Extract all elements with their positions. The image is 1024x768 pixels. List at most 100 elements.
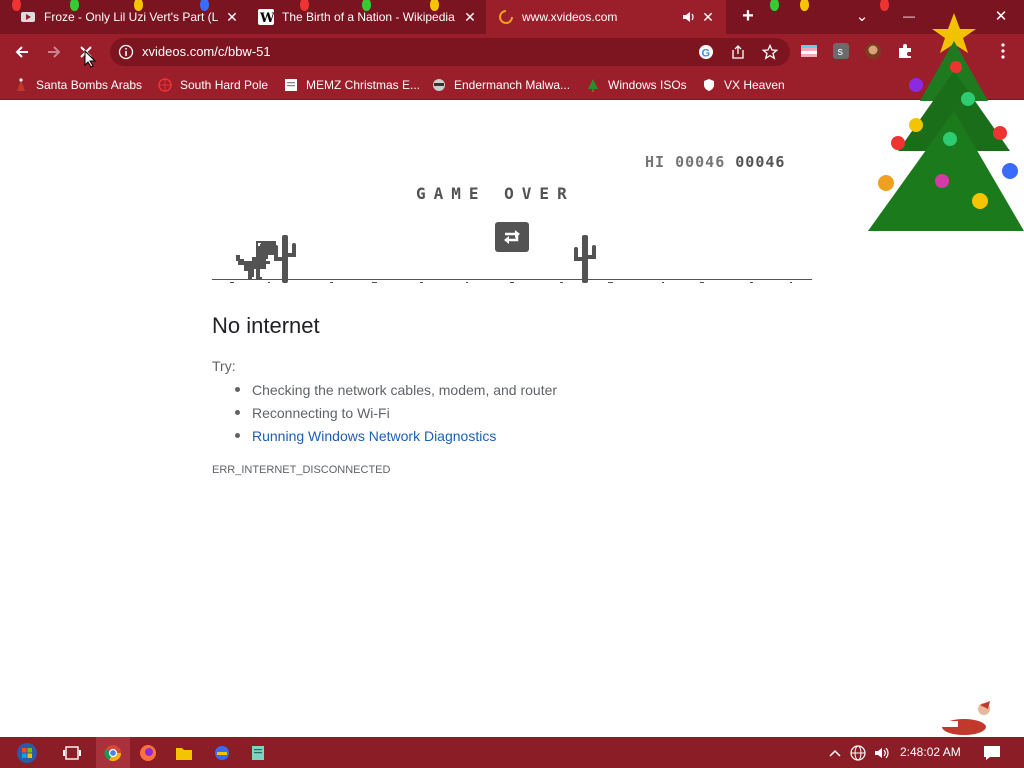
- app-icon: [215, 746, 229, 760]
- tab-froze[interactable]: Froze - Only Lil Uzi Vert's Part (L ✕: [10, 0, 246, 34]
- ground-speck: [466, 282, 468, 283]
- svg-text:G: G: [702, 48, 711, 60]
- new-tab-button[interactable]: +: [738, 6, 758, 26]
- bookmark-label: MEMZ Christmas E...: [306, 78, 421, 92]
- ground-speck: [608, 282, 613, 283]
- bookmark-label: Santa Bombs Arabs: [36, 78, 143, 92]
- ground-speck: [230, 282, 234, 283]
- error-title: No internet: [212, 313, 320, 338]
- tree-icon: [586, 78, 600, 92]
- bookmark-south-hard-pole[interactable]: South Hard Pole: [158, 76, 268, 94]
- tab-close-icon[interactable]: ✕: [700, 9, 716, 25]
- show-hidden-icons-button[interactable]: [826, 741, 844, 765]
- forward-button[interactable]: [40, 38, 68, 66]
- cactus-obstacle: [574, 235, 596, 283]
- globe-icon: [850, 745, 866, 761]
- mouse-cursor-icon: [84, 50, 96, 68]
- ground-speck: [790, 282, 792, 283]
- tab-close-icon[interactable]: ✕: [462, 9, 478, 25]
- wikipedia-favicon: W: [258, 9, 274, 25]
- taskbar-notepad[interactable]: [246, 741, 270, 765]
- forward-arrow-icon: [48, 46, 61, 58]
- taskbar: 2:48:02 AM: [0, 737, 1024, 768]
- tab-xvideos[interactable]: www.xvideos.com ✕: [486, 0, 726, 34]
- url-text: xvideos.com/c/bbw-51: [142, 44, 271, 59]
- bookmark-windows-isos[interactable]: Windows ISOs: [586, 76, 687, 94]
- network-diagnostics-link[interactable]: Running Windows Network Diagnostics: [252, 428, 496, 444]
- bookmark-santa-bombs-arabs[interactable]: Santa Bombs Arabs: [14, 76, 142, 94]
- christmas-tree-decoration: [868, 13, 1024, 231]
- ground-speck: [268, 282, 270, 283]
- share-icon[interactable]: [730, 44, 746, 60]
- hi-label: HI: [645, 153, 666, 171]
- error-page: HI 00046 00046 GAME OVER No internet Try…: [0, 13, 1024, 737]
- firefox-icon: [140, 745, 156, 761]
- error-code: ERR_INTERNET_DISCONNECTED: [212, 464, 391, 476]
- tab-title: www.xvideos.com: [522, 10, 618, 24]
- try-label: Try:: [212, 358, 236, 374]
- ground-speck: [662, 282, 664, 283]
- game-over-text: GAME OVER: [416, 184, 575, 203]
- flag-extension-icon[interactable]: [800, 42, 818, 60]
- ground-speck: [750, 282, 753, 283]
- suggestion-check-cables: Checking the network cables, modem, and …: [252, 382, 558, 398]
- suggestion-reconnect-wifi: Reconnecting to Wi-Fi: [252, 405, 390, 421]
- bookmark-label: Endermanch Malwa...: [454, 78, 571, 92]
- network-button[interactable]: [848, 741, 868, 765]
- bookmark-label: South Hard Pole: [180, 78, 269, 92]
- tab-title: Froze - Only Lil Uzi Vert's Part (L: [44, 10, 219, 24]
- notepad-icon: [252, 746, 264, 760]
- score-display: HI 00046 00046: [645, 153, 785, 171]
- notification-icon: [984, 746, 1000, 760]
- volume-button[interactable]: [872, 741, 892, 765]
- chrome-icon: [104, 744, 122, 761]
- bookmark-vx-heaven[interactable]: VX Heaven: [702, 76, 785, 94]
- christmas-light-decoration: [770, 0, 779, 11]
- plus-icon: +: [742, 5, 754, 27]
- task-view-button[interactable]: [60, 741, 84, 765]
- video-favicon: [20, 9, 36, 25]
- svg-text:s: s: [838, 46, 844, 58]
- task-view-icon: [63, 746, 81, 760]
- action-center-button[interactable]: [980, 741, 1004, 765]
- santa-icon: [14, 78, 28, 92]
- taskbar-chrome[interactable]: [96, 737, 130, 768]
- hi-score: 00046: [675, 153, 726, 171]
- shield-icon: [702, 78, 716, 92]
- tab-close-icon[interactable]: ✕: [224, 9, 240, 25]
- windows-logo-icon: [17, 743, 37, 763]
- start-button[interactable]: [12, 741, 42, 765]
- tab-wikipedia[interactable]: W The Birth of a Nation - Wikipedia ✕: [248, 0, 484, 34]
- taskbar-app[interactable]: [210, 741, 234, 765]
- cactus-obstacle: [274, 235, 296, 283]
- ground-speck: [560, 282, 563, 283]
- ground-speck: [420, 282, 423, 283]
- ground-speck: [510, 282, 514, 283]
- bookmark-label: Windows ISOs: [608, 78, 687, 92]
- bullet: [235, 433, 240, 438]
- speaker-icon[interactable]: [682, 10, 696, 24]
- document-icon: [284, 78, 298, 92]
- s-extension-icon[interactable]: s: [832, 42, 850, 60]
- info-icon[interactable]: [118, 44, 134, 60]
- ground-speck: [372, 282, 377, 283]
- address-bar[interactable]: xvideos.com/c/bbw-51 G: [110, 38, 790, 66]
- bookmark-star-icon[interactable]: [761, 43, 779, 60]
- ground-speck: [330, 282, 333, 283]
- ground-speck: [700, 282, 704, 283]
- raccoon-icon: [432, 78, 446, 92]
- taskbar-firefox[interactable]: [136, 741, 160, 765]
- bookmark-memz-christmas[interactable]: MEMZ Christmas E...: [284, 76, 420, 94]
- chevron-up-icon: [829, 749, 841, 757]
- restart-button[interactable]: [495, 222, 529, 252]
- taskbar-file-explorer[interactable]: [172, 741, 196, 765]
- back-button[interactable]: [8, 38, 36, 66]
- clock[interactable]: 2:48:02 AM: [900, 745, 961, 759]
- bullet: [235, 387, 240, 392]
- christmas-light-decoration: [800, 0, 809, 11]
- folder-icon: [176, 748, 192, 760]
- speaker-icon: [875, 747, 889, 759]
- bookmark-endermanch-malware[interactable]: Endermanch Malwa...: [432, 76, 570, 94]
- google-lens-icon[interactable]: G: [698, 44, 714, 60]
- ground-line: [212, 279, 812, 280]
